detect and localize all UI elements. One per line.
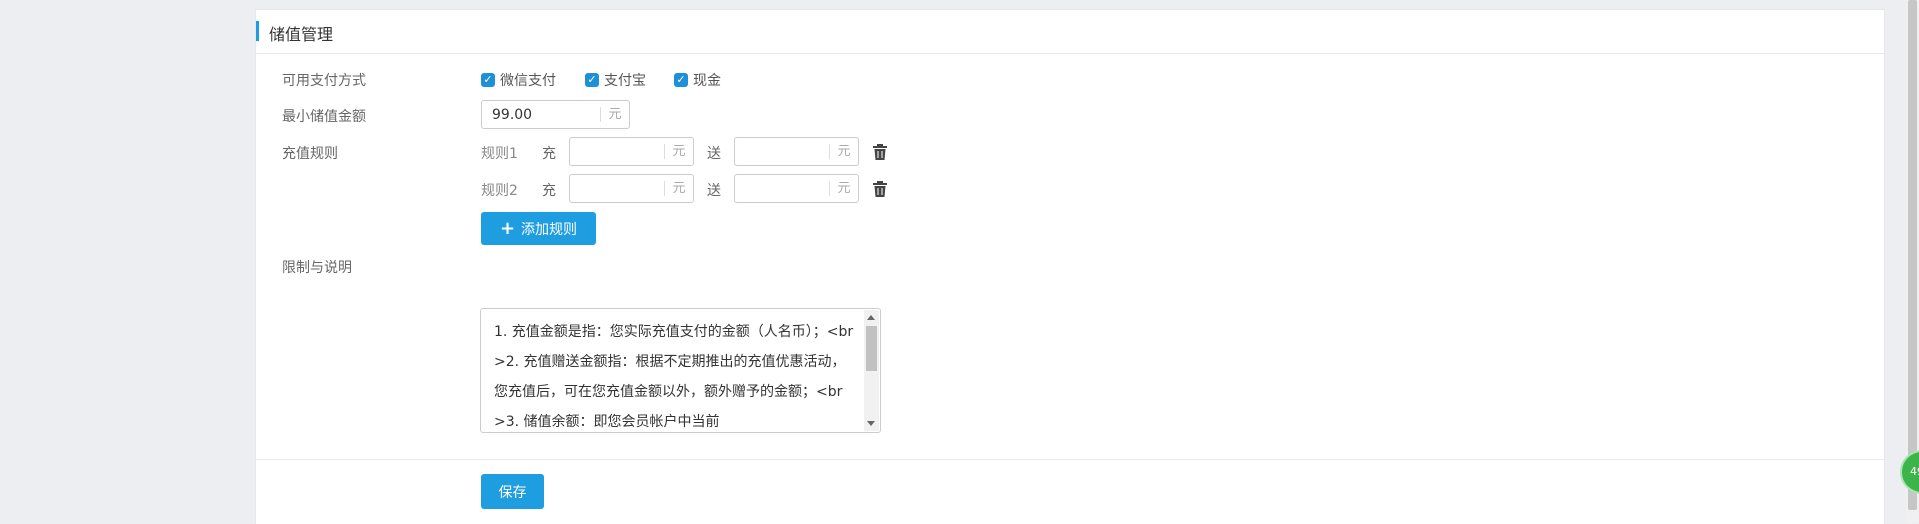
gift-word: 送 <box>707 146 721 162</box>
checkbox-label: 微信支付 <box>500 73 556 89</box>
checkbox-checked-icon: ✓ <box>481 73 495 87</box>
gift-word: 送 <box>707 183 721 199</box>
checkbox-wechat-pay[interactable]: ✓ 微信支付 <box>481 70 556 90</box>
checkbox-label: 现金 <box>693 73 721 89</box>
min-amount-label: 最小储值金额 <box>282 109 366 125</box>
scroll-thumb[interactable] <box>866 326 877 371</box>
add-rule-label: 添加规则 <box>521 221 578 238</box>
min-amount-value: 99.00 <box>492 106 533 123</box>
unit-addon: 元 <box>600 107 629 122</box>
plus-icon: + <box>499 218 516 239</box>
notes-textarea[interactable]: 1. 充值金额是指：您实际充值支付的金额（人名币）；<br>2. 充值赠送金额指… <box>480 308 881 433</box>
scroll-down-icon[interactable] <box>867 421 875 426</box>
rule-1-gift-input[interactable]: 元 <box>734 137 859 166</box>
checkbox-label: 支付宝 <box>604 73 646 89</box>
rules-label: 充值规则 <box>282 146 338 162</box>
save-button[interactable]: 保存 <box>481 474 544 509</box>
textarea-scrollbar[interactable] <box>864 310 879 431</box>
panel-title: 储值管理 <box>269 25 334 44</box>
floating-badge[interactable]: 49 <box>1900 450 1919 494</box>
charge-word: 充 <box>542 146 556 162</box>
checkbox-alipay[interactable]: ✓ 支付宝 <box>585 70 646 90</box>
rule-2-charge-input[interactable]: 元 <box>569 174 694 203</box>
delete-rule-1-icon[interactable] <box>873 144 887 160</box>
checkbox-checked-icon: ✓ <box>674 73 688 87</box>
page-scroll-thumb[interactable] <box>1908 0 1917 510</box>
notes-text: 1. 充值金额是指：您实际充值支付的金额（人名币）；<br>2. 充值赠送金额指… <box>494 324 854 430</box>
unit-addon: 元 <box>829 144 858 159</box>
payment-methods-label: 可用支付方式 <box>282 73 366 89</box>
rule-name: 规则2 <box>481 183 518 199</box>
unit-addon: 元 <box>829 181 858 196</box>
charge-word: 充 <box>542 183 556 199</box>
add-rule-button[interactable]: + 添加规则 <box>481 212 596 245</box>
checkbox-cash[interactable]: ✓ 现金 <box>674 70 721 90</box>
rule-1-charge-input[interactable]: 元 <box>569 137 694 166</box>
unit-addon: 元 <box>664 181 693 196</box>
title-accent-bar <box>256 21 259 41</box>
unit-addon: 元 <box>664 144 693 159</box>
panel-header: 储值管理 <box>256 10 1884 54</box>
rule-name: 规则1 <box>481 146 518 162</box>
rule-2-gift-input[interactable]: 元 <box>734 174 859 203</box>
notes-label: 限制与说明 <box>282 260 352 276</box>
stored-value-panel: 储值管理 可用支付方式 ✓ 微信支付 ✓ 支付宝 ✓ 现金 最小储值金额 99.… <box>255 9 1885 524</box>
footer-divider <box>256 459 1884 460</box>
min-amount-input[interactable]: 99.00 元 <box>481 100 630 129</box>
delete-rule-2-icon[interactable] <box>873 181 887 197</box>
page-scrollbar[interactable] <box>1906 0 1919 523</box>
scroll-up-icon[interactable] <box>867 315 875 320</box>
checkbox-checked-icon: ✓ <box>585 73 599 87</box>
save-label: 保存 <box>498 484 527 501</box>
